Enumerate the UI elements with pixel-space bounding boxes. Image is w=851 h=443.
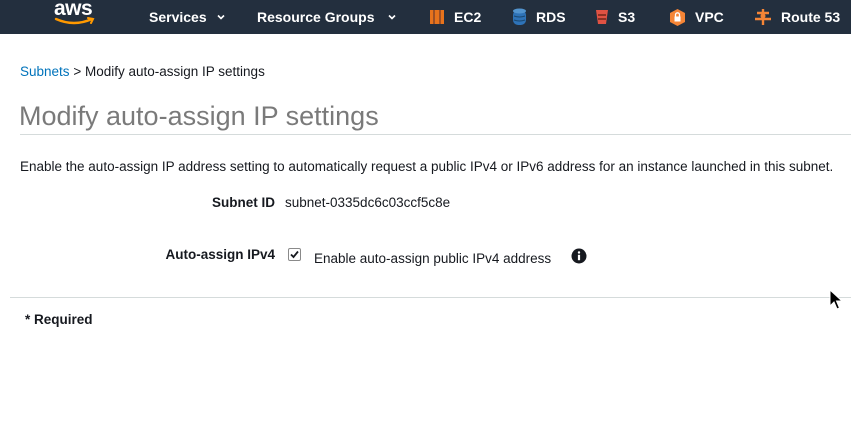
chevron-down-icon: [217, 14, 225, 20]
page-title: Modify auto-assign IP settings: [19, 101, 379, 131]
required-note: * Required: [25, 312, 93, 327]
aws-smile-icon: [54, 17, 95, 25]
title-divider: [20, 134, 851, 135]
shortcut-s3[interactable]: S3: [594, 0, 635, 34]
page-description: Enable the auto-assign IP address settin…: [20, 159, 834, 174]
shortcut-rds[interactable]: RDS: [511, 0, 566, 34]
breadcrumb: Subnets > Modify auto-assign IP settings: [20, 64, 265, 79]
vpc-icon: [670, 8, 685, 26]
shortcut-label: Route 53: [781, 9, 841, 25]
rds-icon: [513, 8, 526, 25]
shortcut-route53[interactable]: Route 53: [753, 0, 840, 34]
auto-assign-ipv4-label: Auto-assign IPv4: [165, 247, 275, 262]
resource-groups-menu[interactable]: Resource Groups: [257, 0, 397, 34]
section-divider: [10, 297, 851, 298]
mouse-cursor-icon: [829, 289, 843, 310]
shortcut-label: S3: [618, 9, 636, 25]
aws-logo[interactable]: aws: [54, 0, 100, 27]
resource-groups-label: Resource Groups: [257, 9, 375, 25]
top-nav: aws Services Resource Groups EC2 RDS S3 …: [0, 0, 851, 34]
info-icon[interactable]: [571, 248, 587, 264]
shortcut-vpc[interactable]: VPC: [668, 0, 724, 34]
checkmark-icon: [290, 250, 299, 259]
breadcrumb-current: Modify auto-assign IP settings: [84, 64, 265, 79]
shortcut-label: RDS: [536, 9, 566, 25]
ec2-icon: [430, 10, 444, 24]
auto-assign-ipv4-checkbox-label[interactable]: Enable auto-assign public IPv4 address: [314, 251, 551, 266]
services-menu[interactable]: Services: [149, 0, 225, 34]
services-label: Services: [149, 9, 207, 25]
breadcrumb-separator: >: [73, 64, 82, 79]
shortcut-ec2[interactable]: EC2: [428, 0, 481, 34]
breadcrumb-link-subnets[interactable]: Subnets: [20, 64, 70, 79]
subnet-id-label: Subnet ID: [212, 195, 275, 210]
subnet-id-value: subnet-0335dc6c03ccf5c8e: [285, 195, 451, 210]
shortcut-label: EC2: [454, 9, 482, 25]
route53-icon: [755, 9, 771, 25]
auto-assign-ipv4-checkbox[interactable]: [288, 248, 301, 261]
s3-icon: [596, 10, 608, 24]
shortcut-label: VPC: [695, 9, 724, 25]
chevron-down-icon: [388, 14, 397, 20]
